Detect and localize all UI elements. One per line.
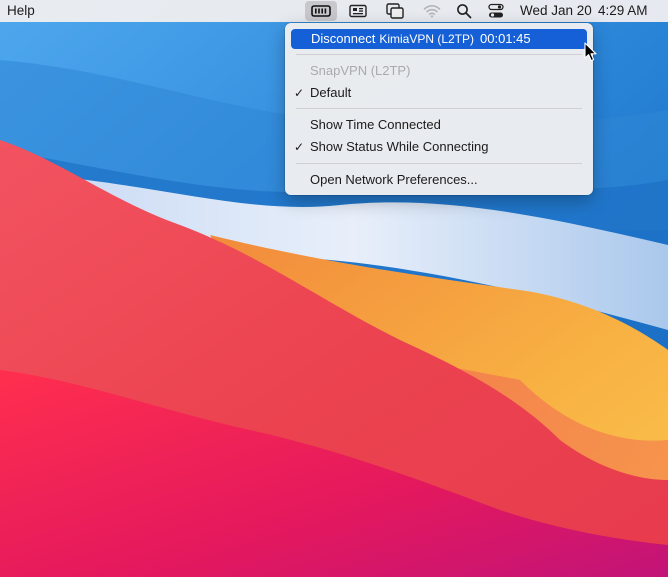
mouse-pointer-icon xyxy=(584,42,597,62)
menu-item-disconnect[interactable]: Disconnect KimiaVPN (L2TP) 00:01:45 xyxy=(291,29,587,49)
vpn-icon xyxy=(311,5,331,17)
disconnect-action: Disconnect xyxy=(311,31,376,46)
control-center-icon xyxy=(488,3,504,18)
desktop: Help Wed Jan 20 4:29 AM Disconnect Kimia… xyxy=(0,0,668,577)
menu-item-open-network-preferences[interactable]: Open Network Preferences... xyxy=(291,170,587,190)
input-source-status[interactable] xyxy=(344,1,372,21)
menu-item-label: Default xyxy=(310,85,352,100)
menu-item-label: Open Network Preferences... xyxy=(310,172,478,187)
vpn-status-menu[interactable] xyxy=(305,1,337,21)
clock-time[interactable]: 4:29 AM xyxy=(598,0,648,22)
menu-separator xyxy=(296,108,582,109)
spotlight-search-icon xyxy=(457,4,472,19)
wifi-icon xyxy=(423,5,441,18)
checkmark-icon: ✓ xyxy=(294,140,305,154)
menu-help[interactable]: Help xyxy=(7,0,35,22)
clock-date[interactable]: Wed Jan 20 xyxy=(520,0,592,22)
disconnect-service-name: KimiaVPN (L2TP) xyxy=(379,32,474,46)
menu-item-show-status-while-connecting[interactable]: ✓ Show Status While Connecting xyxy=(291,137,587,157)
spotlight-status[interactable] xyxy=(450,1,478,21)
screen-mirroring-icon xyxy=(386,3,404,19)
menu-separator xyxy=(296,163,582,164)
vpn-dropdown-menu: Disconnect KimiaVPN (L2TP) 00:01:45 SnapVP… xyxy=(285,23,593,195)
menu-separator xyxy=(296,54,582,55)
screen-mirroring-status[interactable] xyxy=(381,1,409,21)
input-source-icon xyxy=(349,4,367,18)
menu-item-show-time-connected[interactable]: Show Time Connected xyxy=(291,115,587,135)
connection-timer: 00:01:45 xyxy=(480,31,531,46)
checkmark-icon: ✓ xyxy=(294,86,305,100)
menu-item-label: Show Time Connected xyxy=(310,117,441,132)
menu-item-snapvpn: SnapVPN (L2TP) xyxy=(291,61,587,81)
control-center-status[interactable] xyxy=(482,1,510,21)
menu-item-label: Show Status While Connecting xyxy=(310,139,489,154)
menu-item-label: SnapVPN (L2TP) xyxy=(310,63,411,78)
disconnect-label: Disconnect KimiaVPN (L2TP) 00:01:45 xyxy=(311,29,531,49)
menu-bar: Help Wed Jan 20 4:29 AM xyxy=(0,0,668,22)
wifi-status[interactable] xyxy=(418,1,446,21)
menu-item-default[interactable]: ✓ Default xyxy=(291,83,587,103)
